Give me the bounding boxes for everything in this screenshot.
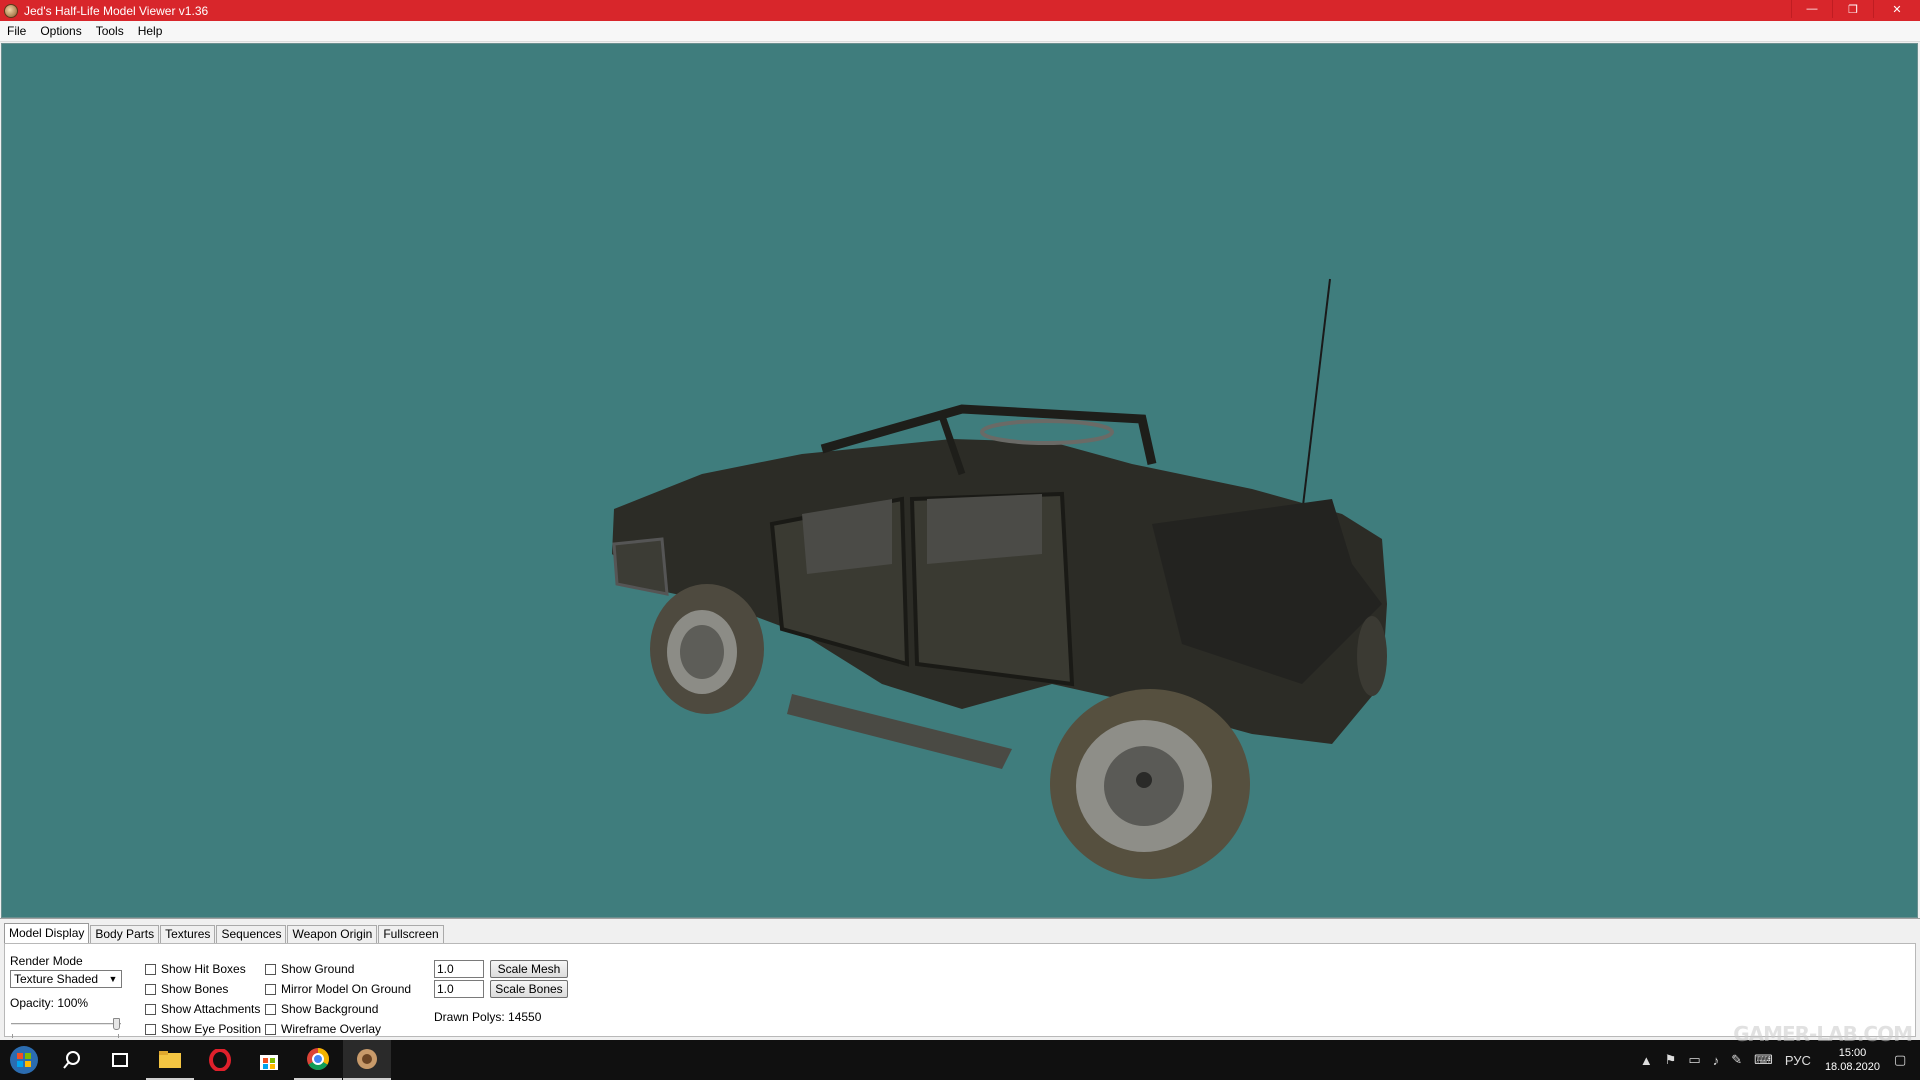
render-mode-value: Texture Shaded: [14, 972, 99, 986]
menu-help[interactable]: Help: [131, 21, 170, 42]
drawn-polys-label: Drawn Polys: 14550: [434, 1010, 542, 1024]
start-button[interactable]: [0, 1040, 48, 1080]
tab-textures[interactable]: Textures: [160, 925, 216, 944]
show-ground-checkbox[interactable]: Show Ground: [265, 962, 354, 976]
show-bones-checkbox[interactable]: Show Bones: [145, 982, 228, 996]
menu-tools[interactable]: Tools: [89, 21, 131, 42]
scale-mesh-input[interactable]: 1.0: [434, 960, 484, 978]
maximize-button[interactable]: ❐: [1832, 0, 1873, 18]
show-background-checkbox[interactable]: Show Background: [265, 1002, 378, 1016]
tab-weapon-origin[interactable]: Weapon Origin: [287, 925, 378, 944]
scale-bones-button[interactable]: Scale Bones: [490, 980, 568, 998]
task-view-icon: [112, 1053, 128, 1067]
network-icon[interactable]: ▭: [1688, 1052, 1700, 1068]
task-view-button[interactable]: [96, 1040, 144, 1080]
watermark: GAMER-LAB.COM: [1733, 1022, 1913, 1046]
model-display-page: Render Mode Texture Shaded ▼ Opacity: 10…: [4, 943, 1916, 1038]
windows-logo-icon: [10, 1046, 38, 1074]
search-icon: [63, 1051, 80, 1069]
show-eye-position-checkbox[interactable]: Show Eye Position: [145, 1022, 261, 1036]
volume-icon[interactable]: ♪: [1713, 1053, 1720, 1068]
panel-tabs: Model Display Body Parts Textures Sequen…: [4, 923, 445, 944]
window-title: Jed's Half-Life Model Viewer v1.36: [24, 3, 209, 18]
scale-mesh-button[interactable]: Scale Mesh: [490, 960, 568, 978]
model-viewer-icon: [357, 1049, 377, 1069]
tab-fullscreen[interactable]: Fullscreen: [378, 925, 444, 944]
menu-file[interactable]: File: [0, 21, 33, 42]
taskbar: ▲ ⚑ ▭ ♪ ✎ ⌨ РУС 15:00 18.08.2020 ▢: [0, 1040, 1920, 1080]
chevron-up-icon[interactable]: ▲: [1640, 1053, 1653, 1068]
slider-tick: [118, 1034, 119, 1038]
folder-icon: [159, 1051, 181, 1068]
model-viewport[interactable]: [1, 43, 1918, 918]
search-button[interactable]: [48, 1040, 96, 1080]
language-indicator[interactable]: РУС: [1785, 1053, 1811, 1068]
keyboard-icon[interactable]: ⌨: [1754, 1052, 1773, 1068]
store-icon: [260, 1055, 278, 1070]
control-panel: Model Display Body Parts Textures Sequen…: [0, 918, 1920, 1038]
render-mode-select[interactable]: Texture Shaded ▼: [10, 970, 122, 988]
taskbar-file-explorer[interactable]: [146, 1040, 194, 1080]
taskbar-opera[interactable]: [196, 1040, 244, 1080]
system-tray: ▲ ⚑ ▭ ♪ ✎ ⌨ РУС 15:00 18.08.2020 ▢: [1634, 1040, 1920, 1080]
wireframe-overlay-checkbox[interactable]: Wireframe Overlay: [265, 1022, 381, 1036]
checkbox-box[interactable]: [145, 1023, 156, 1035]
tab-body-parts[interactable]: Body Parts: [90, 925, 160, 944]
show-attachments-checkbox[interactable]: Show Attachments: [145, 1002, 260, 1016]
scale-bones-input[interactable]: 1.0: [434, 980, 484, 998]
taskbar-chrome[interactable]: [294, 1040, 342, 1080]
tab-sequences[interactable]: Sequences: [216, 925, 287, 944]
clock[interactable]: 15:00 18.08.2020: [1825, 1046, 1880, 1074]
opera-icon: [209, 1049, 231, 1071]
pen-icon[interactable]: ✎: [1731, 1052, 1742, 1068]
taskbar-store[interactable]: [245, 1040, 293, 1080]
slider-tick: [12, 1034, 13, 1038]
menu-options[interactable]: Options: [33, 21, 88, 42]
title-bar: Jed's Half-Life Model Viewer v1.36 — ❐ ✕: [0, 0, 1920, 21]
opacity-label: Opacity: 100%: [10, 996, 89, 1010]
network-alert-icon[interactable]: ⚑: [1665, 1052, 1677, 1068]
clock-date: 18.08.2020: [1824, 1061, 1880, 1073]
show-hit-boxes-checkbox[interactable]: Show Hit Boxes: [145, 962, 246, 976]
notification-icon[interactable]: ▢: [1894, 1052, 1914, 1068]
jeep-model: [612, 278, 1387, 879]
window-controls: — ❐ ✕: [1791, 0, 1920, 21]
opacity-slider-thumb[interactable]: [113, 1018, 120, 1030]
opacity-slider[interactable]: [11, 1018, 121, 1030]
taskbar-model-viewer[interactable]: [343, 1040, 391, 1080]
app-icon: [4, 3, 18, 18]
minimize-button[interactable]: —: [1791, 0, 1832, 18]
checkbox-box[interactable]: [265, 963, 276, 975]
checkbox-box[interactable]: [265, 1023, 276, 1035]
checkbox-box[interactable]: [145, 1003, 156, 1015]
chevron-down-icon: ▼: [108, 974, 118, 984]
chrome-icon: [307, 1048, 329, 1070]
checkbox-box[interactable]: [265, 1003, 276, 1015]
checkbox-box[interactable]: [265, 983, 276, 995]
close-button[interactable]: ✕: [1873, 0, 1920, 18]
clock-time: 15:00: [1838, 1047, 1867, 1059]
tab-model-display[interactable]: Model Display: [4, 923, 90, 944]
menu-bar: File Options Tools Help: [0, 21, 1920, 42]
render-mode-label: Render Mode: [10, 954, 83, 968]
checkbox-box[interactable]: [145, 963, 156, 975]
mirror-model-checkbox[interactable]: Mirror Model On Ground: [265, 982, 411, 996]
checkbox-box[interactable]: [145, 983, 156, 995]
